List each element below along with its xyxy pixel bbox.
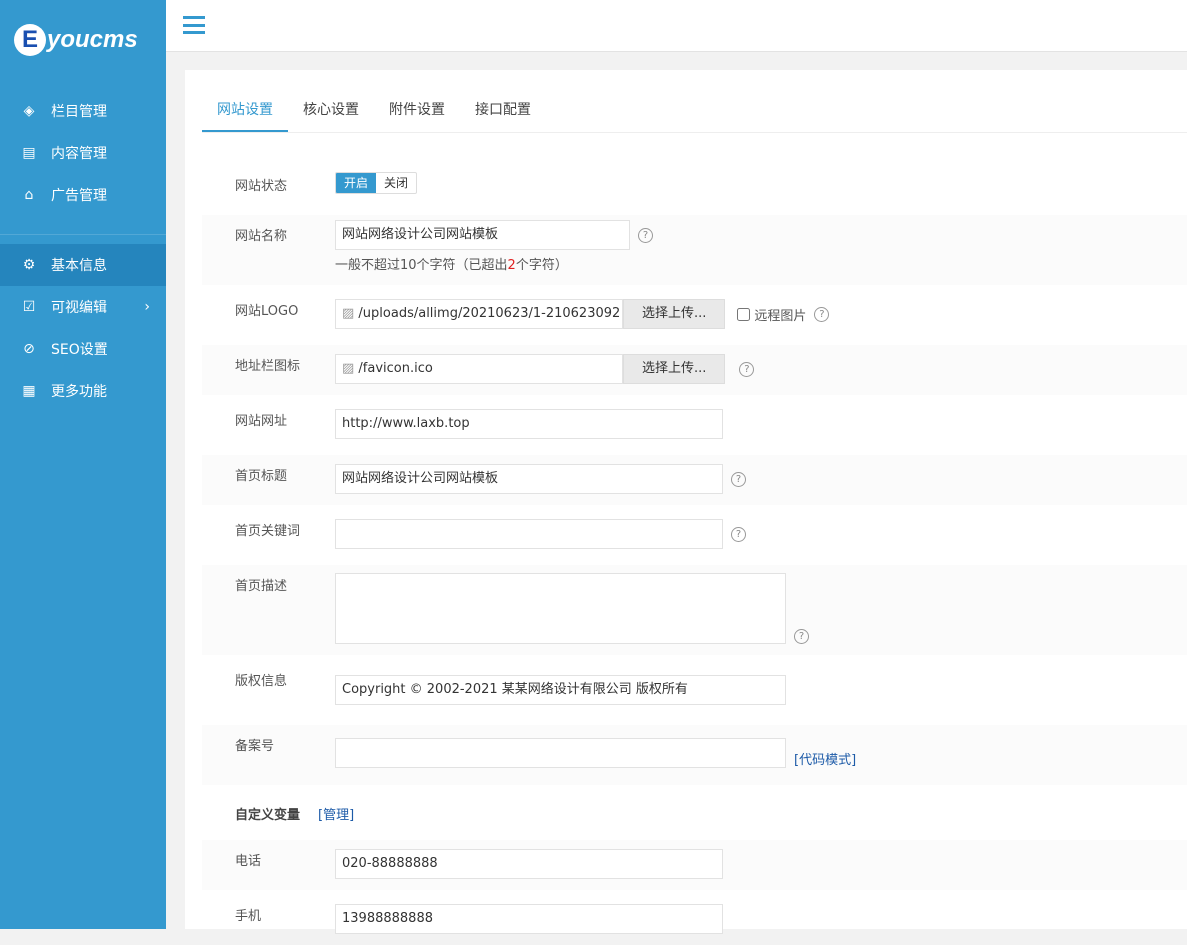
help-icon[interactable]: ? bbox=[814, 306, 830, 322]
site-name-input[interactable]: 网站网络设计公司网站模板 bbox=[335, 220, 630, 250]
sidebar-item-columns[interactable]: ◈ 栏目管理 bbox=[0, 90, 166, 132]
help-icon[interactable]: ? bbox=[638, 227, 653, 243]
row-favicon: 地址栏图标 ▨ /favicon.ico 选择上传...? bbox=[202, 345, 1187, 395]
layers-icon: ◈ bbox=[23, 103, 35, 119]
sidebar-item-seo[interactable]: ⊘ SEO设置 bbox=[0, 328, 166, 370]
tab-bar: 网站设置 核心设置 附件设置 接口配置 bbox=[202, 88, 1187, 133]
sidebar-divider bbox=[0, 234, 166, 244]
field-label: 电话 bbox=[235, 854, 262, 869]
logo-upload-button[interactable]: 选择上传... bbox=[623, 299, 726, 329]
help-icon[interactable]: ? bbox=[731, 526, 746, 542]
top-header bbox=[166, 0, 1187, 52]
logo-path-input[interactable]: ▨ /uploads/allimg/20210623/1-210623092 bbox=[335, 299, 623, 329]
help-icon[interactable]: ? bbox=[739, 361, 755, 377]
code-mode-link[interactable]: [代码模式] bbox=[794, 749, 856, 768]
field-label: 地址栏图标 bbox=[235, 359, 301, 374]
hint-text-end: 个字符） bbox=[515, 258, 568, 273]
tab-api-config[interactable]: 接口配置 bbox=[460, 88, 546, 132]
site-url-input[interactable]: http://www.laxb.top bbox=[335, 409, 723, 439]
field-label: 网站LOGO bbox=[235, 304, 299, 319]
help-icon[interactable]: ? bbox=[731, 471, 746, 487]
row-home-title: 首页标题 网站网络设计公司网站模板? bbox=[202, 455, 1187, 505]
grid-icon: ▦ bbox=[22, 383, 36, 399]
logo-path-value: /uploads/allimg/20210623/1-210623092 bbox=[358, 306, 621, 321]
sidebar-item-more[interactable]: ▦ 更多功能 bbox=[0, 370, 166, 412]
field-label: 版权信息 bbox=[235, 674, 288, 689]
phone-input[interactable]: 020-88888888 bbox=[335, 849, 723, 879]
remote-image-label: 远程图片 bbox=[754, 308, 807, 324]
home-title-input[interactable]: 网站网络设计公司网站模板 bbox=[335, 464, 723, 494]
image-icon: ▨ bbox=[342, 361, 359, 376]
logo-text: youcms bbox=[47, 26, 138, 53]
status-on-option[interactable]: 开启 bbox=[336, 173, 377, 193]
sidebar-item-ads[interactable]: ⌂ 广告管理 bbox=[0, 174, 166, 216]
row-site-status: 网站状态 开启 关闭 bbox=[202, 165, 1187, 210]
sidebar: E youcms ◈ 栏目管理 ▤ 内容管理 ⌂ 广告管理 ⚙ 基本信息 ☑ 可视编辑 › … bbox=[0, 0, 166, 929]
row-home-keywords: 首页关键词 ? bbox=[202, 510, 1187, 560]
chevron-right-icon: › bbox=[144, 299, 150, 315]
sidebar-item-label: 可视编辑 bbox=[51, 300, 107, 316]
status-off-option[interactable]: 关闭 bbox=[376, 173, 416, 193]
field-label: 备案号 bbox=[235, 739, 275, 754]
field-label: 网站网址 bbox=[235, 414, 288, 429]
sidebar-item-visual-edit[interactable]: ☑ 可视编辑 › bbox=[0, 286, 166, 328]
row-home-description: 首页描述 ? bbox=[202, 565, 1187, 655]
site-status-toggle[interactable]: 开启 关闭 bbox=[335, 172, 418, 194]
home-description-textarea[interactable] bbox=[335, 573, 786, 644]
sidebar-nav: ◈ 栏目管理 ▤ 内容管理 ⌂ 广告管理 ⚙ 基本信息 ☑ 可视编辑 › ⊘ SEO设置 ▦ 更… bbox=[0, 90, 166, 412]
row-mobile: 手机 13988888888 bbox=[202, 895, 1187, 945]
exceeded-count: 2 bbox=[507, 258, 516, 273]
row-copyright: 版权信息 Copyright © 2002-2021 某某网络设计有限公司 版权… bbox=[202, 660, 1187, 720]
sidebar-item-label: 广告管理 bbox=[51, 188, 107, 204]
menu-toggle-icon[interactable] bbox=[183, 16, 205, 34]
field-label: 首页关键词 bbox=[235, 524, 301, 539]
logo[interactable]: E youcms bbox=[14, 24, 138, 56]
row-site-url: 网站网址 http://www.laxb.top bbox=[202, 400, 1187, 450]
field-label: 网站状态 bbox=[235, 179, 288, 194]
field-label: 手机 bbox=[235, 909, 262, 924]
field-label: 首页标题 bbox=[235, 469, 288, 484]
logo-mark: E bbox=[14, 24, 46, 56]
field-label: 网站名称 bbox=[235, 229, 288, 244]
row-custom-vars: 自定义变量 [管理] bbox=[202, 790, 1187, 840]
favicon-path-input[interactable]: ▨ /favicon.ico bbox=[335, 354, 623, 384]
gear-icon: ⚙ bbox=[22, 257, 36, 273]
checkbox[interactable] bbox=[737, 307, 751, 321]
row-beian: 备案号 [代码模式] bbox=[202, 725, 1187, 785]
sidebar-item-content[interactable]: ▤ 内容管理 bbox=[0, 132, 166, 174]
settings-panel: 网站设置 核心设置 附件设置 接口配置 网站状态 开启 关闭 网站名称 网站网络设… bbox=[185, 70, 1187, 934]
favicon-upload-button[interactable]: 选择上传... bbox=[623, 354, 726, 384]
row-site-name: 网站名称 网站网络设计公司网站模板? 一般不超过10个字符（已超出2个字符） bbox=[202, 215, 1187, 285]
section-label: 自定义变量 bbox=[235, 808, 301, 823]
sidebar-item-label: 栏目管理 bbox=[51, 104, 107, 120]
manage-vars-link[interactable]: [管理] bbox=[318, 804, 354, 823]
tab-attachment-settings[interactable]: 附件设置 bbox=[374, 88, 460, 132]
ad-icon: ⌂ bbox=[24, 187, 34, 203]
hint-text: 一般不超过10个字符（已超出 bbox=[335, 258, 508, 273]
row-phone: 电话 020-88888888 bbox=[202, 840, 1187, 890]
chart-edit-icon: ☑ bbox=[22, 299, 36, 315]
tab-site-settings[interactable]: 网站设置 bbox=[202, 88, 288, 132]
site-name-hint: 一般不超过10个字符（已超出2个字符） bbox=[335, 254, 568, 273]
beian-textarea[interactable] bbox=[335, 738, 786, 768]
sidebar-item-label: 更多功能 bbox=[51, 384, 107, 400]
copyright-textarea[interactable]: Copyright © 2002-2021 某某网络设计有限公司 版权所有 bbox=[335, 675, 786, 705]
sidebar-item-basic-info[interactable]: ⚙ 基本信息 bbox=[0, 244, 166, 286]
favicon-path-value: /favicon.ico bbox=[358, 361, 433, 376]
field-label: 首页描述 bbox=[235, 579, 288, 594]
home-keywords-input[interactable] bbox=[335, 519, 723, 549]
sidebar-item-label: SEO设置 bbox=[51, 342, 108, 358]
remote-image-checkbox[interactable]: 远程图片 bbox=[737, 305, 806, 324]
document-icon: ▤ bbox=[22, 145, 36, 161]
sidebar-item-label: 内容管理 bbox=[51, 146, 107, 162]
mobile-input[interactable]: 13988888888 bbox=[335, 904, 723, 934]
help-icon[interactable]: ? bbox=[794, 629, 809, 644]
image-icon: ▨ bbox=[342, 306, 359, 321]
tab-core-settings[interactable]: 核心设置 bbox=[288, 88, 374, 132]
row-site-logo: 网站LOGO ▨ /uploads/allimg/20210623/1-2106… bbox=[202, 290, 1187, 340]
link-icon: ⊘ bbox=[23, 341, 35, 357]
sidebar-item-label: 基本信息 bbox=[51, 258, 107, 274]
